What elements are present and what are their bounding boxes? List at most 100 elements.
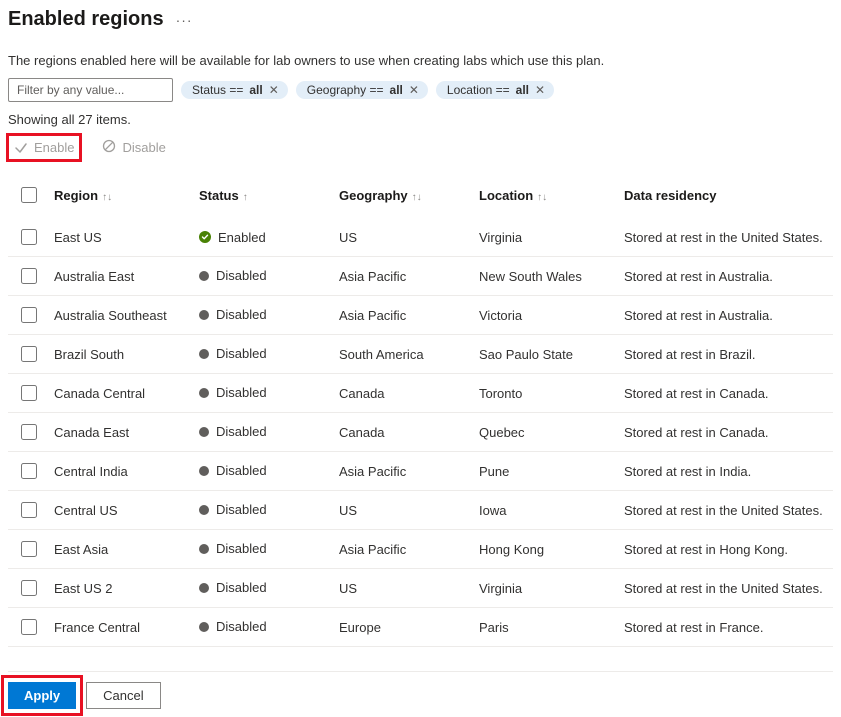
page-title: Enabled regions [8,8,164,31]
region-cell: Central India [48,452,193,491]
chip-label: Status == [192,84,243,96]
table-row: Central IndiaDisabledAsia PacificPuneSto… [8,452,833,491]
region-cell: East US [48,218,193,257]
row-checkbox[interactable] [21,346,37,362]
status-text: Disabled [216,346,267,361]
apply-button[interactable]: Apply [8,682,76,709]
sort-icon: ↑↓ [537,192,547,203]
status-disabled-icon [199,349,209,359]
filter-chip-location[interactable]: Location == all ✕ [436,81,554,99]
status-cell: Disabled [193,374,333,413]
checkmark-icon [14,141,28,155]
cancel-button[interactable]: Cancel [86,682,160,709]
geography-cell: Canada [333,374,473,413]
status-text: Disabled [216,385,267,400]
footer-bar: Apply Cancel [8,671,833,709]
disable-label: Disable [122,140,165,155]
dataresidency-cell: Stored at rest in France. [618,608,833,647]
row-checkbox[interactable] [21,580,37,596]
filter-chip-geography[interactable]: Geography == all ✕ [296,81,428,99]
status-text: Disabled [216,580,267,595]
status-cell: Disabled [193,452,333,491]
status-disabled-icon [199,427,209,437]
sort-icon: ↑↓ [412,192,422,203]
prohibit-icon [102,139,116,156]
status-disabled-icon [199,310,209,320]
dataresidency-cell: Stored at rest in Canada. [618,413,833,452]
dataresidency-cell: Stored at rest in Hong Kong. [618,530,833,569]
dataresidency-cell: Stored at rest in the United States. [618,218,833,257]
status-cell: Disabled [193,530,333,569]
location-cell: New South Wales [473,257,618,296]
table-row: Brazil South Disabled South AmericaSao Pau… [8,335,833,374]
col-geography[interactable]: Geography↑↓ [333,176,473,218]
dataresidency-cell: Stored at rest in Brazil. [618,335,833,374]
geography-cell: Canada [333,413,473,452]
row-checkbox[interactable] [21,307,37,323]
geography-cell: Europe [333,608,473,647]
row-checkbox[interactable] [21,229,37,245]
row-checkbox[interactable] [21,463,37,479]
region-cell: Central US [48,491,193,530]
filter-chip-status[interactable]: Status == all ✕ [181,81,288,99]
location-cell: Victoria [473,296,618,335]
select-all-checkbox[interactable] [21,187,37,203]
region-cell: Australia East [48,257,193,296]
status-cell: Enabled [193,218,333,257]
table-row: Australia East Disabled Asia PacificNew So… [8,257,833,296]
col-dataresidency[interactable]: Data residency [618,176,833,218]
region-cell: East Asia [48,530,193,569]
col-region[interactable]: Region↑↓ [48,176,193,218]
dataresidency-cell: Stored at rest in the United States. [618,569,833,608]
row-checkbox[interactable] [21,502,37,518]
geography-cell: South America [333,335,473,374]
more-icon[interactable]: ··· [176,12,193,28]
close-icon[interactable]: ✕ [409,84,419,96]
location-cell: Virginia [473,218,618,257]
col-location[interactable]: Location↑↓ [473,176,618,218]
status-disabled-icon [199,388,209,398]
status-text: Disabled [216,463,267,478]
status-text: Disabled [216,619,267,634]
geography-cell: Asia Pacific [333,452,473,491]
location-cell: Hong Kong [473,530,618,569]
regions-table: Region↑↓ Status↑ Geography↑↓ Location↑↓ … [8,176,833,647]
status-text: Disabled [216,268,267,283]
location-cell: Toronto [473,374,618,413]
table-row: France CentralDisabledEuropeParisStored … [8,608,833,647]
location-cell: Sao Paulo State [473,335,618,374]
geography-cell: Asia Pacific [333,257,473,296]
location-cell: Quebec [473,413,618,452]
row-checkbox[interactable] [21,385,37,401]
table-row: East AsiaDisabledAsia PacificHong KongSt… [8,530,833,569]
geography-cell: US [333,218,473,257]
col-status[interactable]: Status↑ [193,176,333,218]
table-row: Central USDisabledUSIowaStored at rest i… [8,491,833,530]
filter-input[interactable] [8,78,173,102]
sort-up-icon: ↑ [243,192,248,203]
status-text: Enabled [218,230,266,245]
region-cell: Canada East [48,413,193,452]
status-enabled-icon [199,231,211,243]
chip-label: Geography == [307,84,384,96]
dataresidency-cell: Stored at rest in Australia. [618,257,833,296]
close-icon[interactable]: ✕ [269,84,279,96]
region-cell: Canada Central [48,374,193,413]
disable-button[interactable]: Disable [96,135,171,160]
chip-label: Location == [447,84,510,96]
location-cell: Paris [473,608,618,647]
row-checkbox[interactable] [21,268,37,284]
dataresidency-cell: Stored at rest in India. [618,452,833,491]
region-cell: Brazil South [48,335,193,374]
row-checkbox[interactable] [21,619,37,635]
close-icon[interactable]: ✕ [535,84,545,96]
status-cell: Disabled [193,569,333,608]
region-cell: East US 2 [48,569,193,608]
status-cell: Disabled [193,608,333,647]
row-checkbox[interactable] [21,541,37,557]
row-checkbox[interactable] [21,424,37,440]
status-text: Disabled [216,307,267,322]
filter-row: Status == all ✕ Geography == all ✕ Locat… [8,78,833,102]
table-row: East US Enabled USVirginiaStored at rest i… [8,218,833,257]
enable-button[interactable]: Enable [8,135,80,160]
